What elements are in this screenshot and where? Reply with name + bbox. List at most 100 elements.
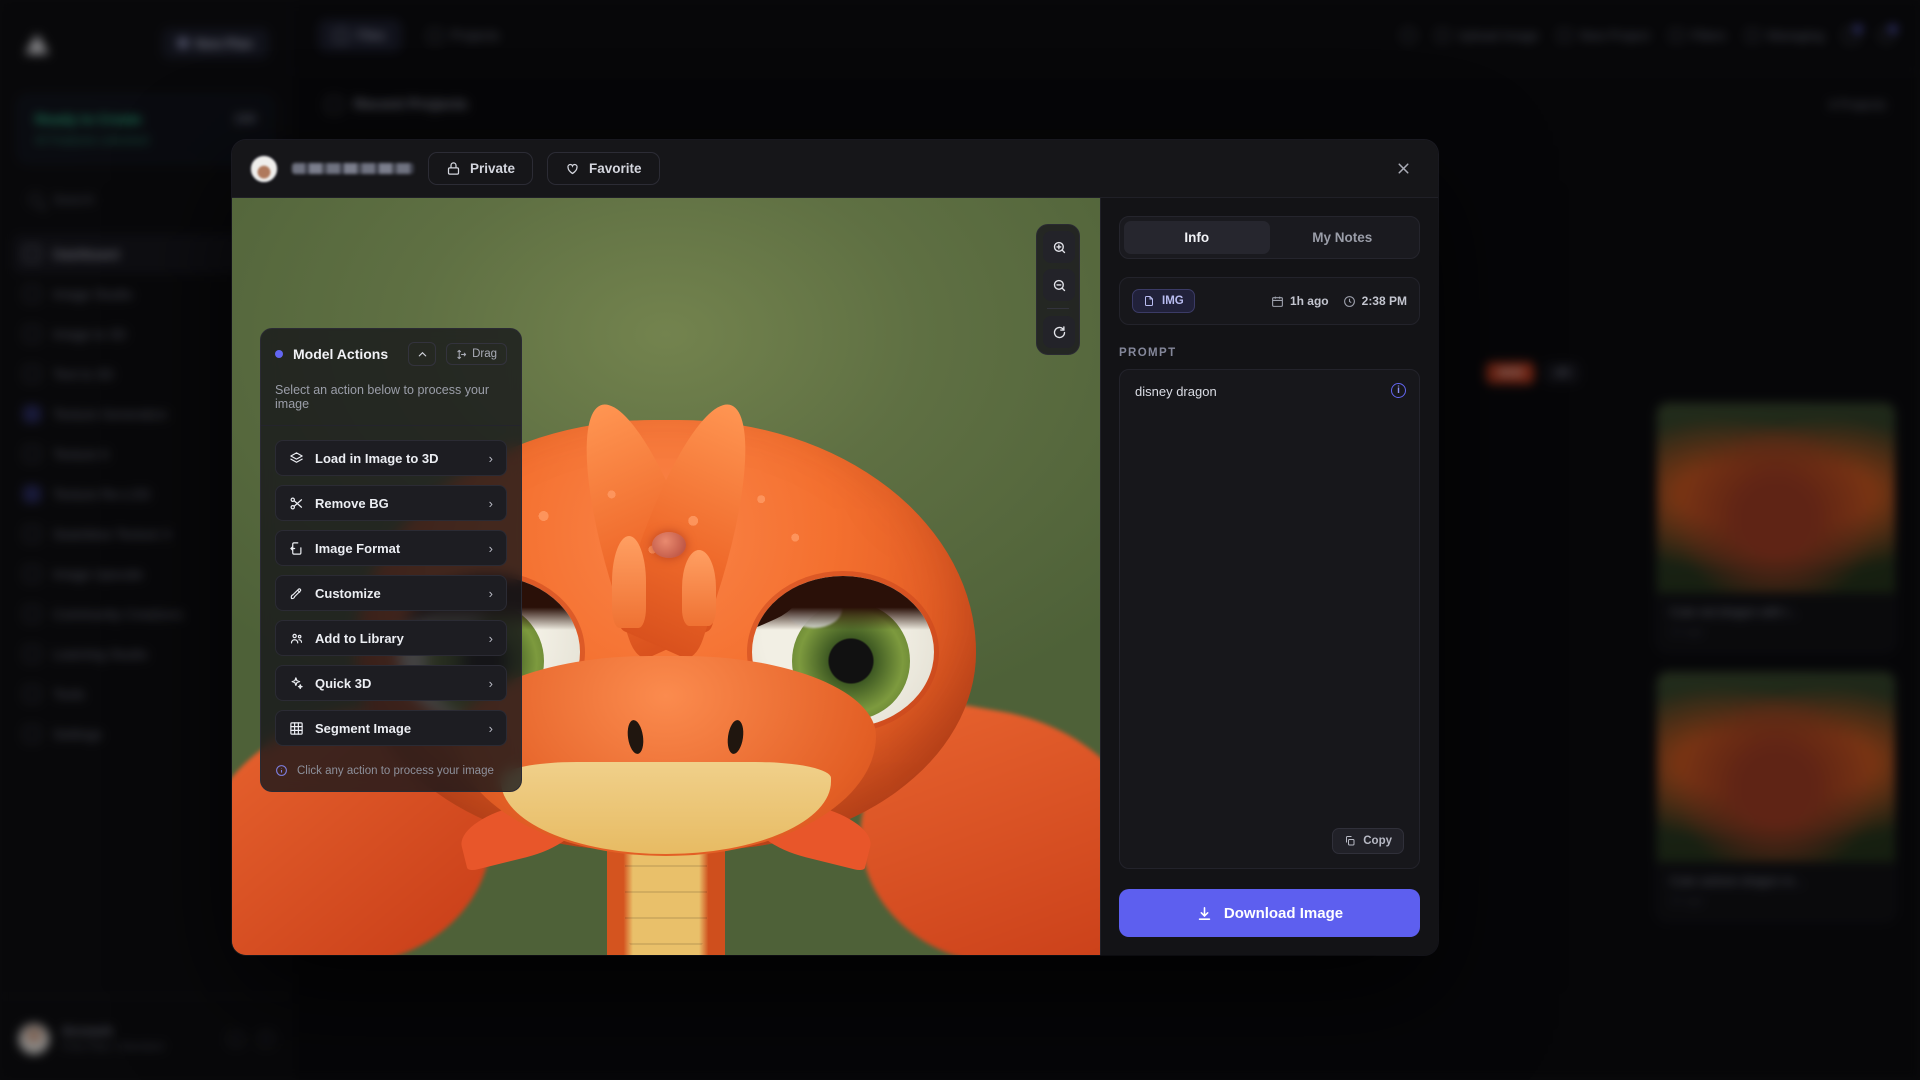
model-action-image-format[interactable]: Image Format › <box>275 530 507 566</box>
relative-time-label: 1h ago <box>1289 294 1329 308</box>
clock-time-label: 2:38 PM <box>1361 294 1407 308</box>
tab-files-label: Files <box>357 28 386 43</box>
model-actions-subtitle: Select an action below to process your i… <box>261 379 521 426</box>
reset-view-button[interactable] <box>1043 316 1075 348</box>
thumbnail-image <box>1657 672 1895 862</box>
drag-handle[interactable]: Drag <box>446 343 507 365</box>
model-action-customize[interactable]: Customize › <box>275 575 507 611</box>
text-cube-icon <box>24 366 40 382</box>
image-viewer[interactable]: Model Actions Drag Select an action belo… <box>232 198 1100 955</box>
thumbnail-subtitle: 2h ago <box>1670 895 1704 907</box>
prompt-section-label: PROMPT <box>1119 347 1177 359</box>
account-name: Account <box>62 1024 112 1038</box>
sidebar-header: New Plan <box>0 0 291 86</box>
chevron-right-icon: › <box>488 585 493 601</box>
copy-label: Copy <box>1363 835 1392 847</box>
copy-icon <box>1346 836 1355 846</box>
model-action-remove-bg[interactable]: Remove BG › <box>275 485 507 521</box>
thumbnail-title: Cute red dragon with l... <box>1670 605 1798 619</box>
pill-new[interactable]: NEW <box>1486 362 1534 384</box>
model-action-label: Customize <box>315 585 381 601</box>
collapse-panel-button[interactable] <box>408 342 437 366</box>
favorite-button[interactable]: Favorite <box>547 152 660 185</box>
dragon-eyelash-right <box>752 576 934 630</box>
profile-menu-icon[interactable] <box>1879 25 1897 43</box>
copy-prompt-button[interactable]: Copy <box>1332 828 1404 854</box>
model-action-segment-image[interactable]: Segment Image › <box>275 710 507 746</box>
file-type-badge: IMG <box>1132 289 1195 313</box>
projects-count-link[interactable]: 4 Projects <box>1828 97 1886 112</box>
tab-files[interactable]: Files <box>318 19 402 52</box>
created-time: 1h ago <box>1271 294 1329 308</box>
status-dot-icon <box>275 350 283 358</box>
app-logo-icon <box>22 28 52 58</box>
new-plan-button[interactable]: New Plan <box>162 27 269 59</box>
filters-label: Filters <box>1690 28 1726 43</box>
tile-icon <box>24 526 40 542</box>
drag-label: Drag <box>472 348 497 360</box>
model-action-load-in-image-to-3d[interactable]: Load in Image to 3D › <box>275 440 507 476</box>
thumbnail-image <box>1657 403 1895 593</box>
model-action-label: Image Format <box>315 540 401 556</box>
viewer-zoom-controls <box>1036 224 1080 355</box>
files-icon <box>334 28 348 43</box>
zoom-out-button[interactable] <box>1043 269 1075 301</box>
layers-icon <box>290 451 303 463</box>
sidebar-account[interactable]: Account Free Plan / Standard <box>0 996 291 1080</box>
tab-my-notes[interactable]: My Notes <box>1270 221 1416 254</box>
topbar-search-icon[interactable] <box>1401 28 1417 43</box>
notifications-icon[interactable] <box>1844 25 1862 43</box>
chevron-right-icon: › <box>488 720 493 736</box>
account-plan: Free Plan / Standard <box>62 1041 164 1053</box>
search-icon <box>29 192 42 206</box>
pill-all[interactable]: All <box>1543 362 1580 384</box>
private-toggle-button[interactable]: Private <box>428 152 534 185</box>
move-icon <box>457 349 467 359</box>
managing-button[interactable]: Managing <box>1745 28 1824 43</box>
chevron-right-icon: › <box>488 675 493 691</box>
new-project-button[interactable]: New Project <box>1558 28 1650 43</box>
model-actions-footer: Click any action to process your image <box>261 752 521 791</box>
diamond-icon <box>176 35 191 51</box>
account-email-redacted <box>292 163 414 174</box>
zoom-out-icon <box>1053 279 1065 291</box>
thumbnail-title: Cute cartoon dragon re... <box>1670 874 1804 888</box>
tab-info[interactable]: Info <box>1124 221 1270 254</box>
chevron-right-icon: › <box>488 630 493 646</box>
reset-icon <box>1053 325 1065 338</box>
filters-button[interactable]: Filters <box>1669 28 1726 43</box>
theme-toggle-icon[interactable] <box>229 1031 243 1046</box>
info-panel: Info My Notes IMG 1h ago 2:38 PM PROMPT … <box>1100 198 1438 955</box>
file-meta-right: 1h ago 2:38 PM <box>1271 294 1407 308</box>
sidebar-item-label: Texture It <box>53 446 109 462</box>
tab-projects[interactable]: Projects <box>412 19 516 52</box>
list-item[interactable]: Cute cartoon dragon re... 2h ago <box>1656 671 1896 922</box>
model-action-label: Quick 3D <box>315 675 372 691</box>
file-meta-row: IMG 1h ago 2:38 PM <box>1119 277 1420 325</box>
wrench-icon <box>24 686 40 702</box>
info-icon <box>276 765 287 776</box>
users-icon <box>290 633 303 643</box>
list-item[interactable]: Cute red dragon with l... 1h ago <box>1656 402 1896 653</box>
heart-icon <box>567 163 578 175</box>
community-icon <box>24 606 40 622</box>
model-actions-title: Model Actions <box>293 346 389 362</box>
model-action-quick-3d[interactable]: Quick 3D › <box>275 665 507 701</box>
download-image-button[interactable]: Download Image <box>1119 889 1420 937</box>
chevron-right-icon: › <box>488 495 493 511</box>
upload-icon <box>1436 29 1450 42</box>
model-action-add-to-library[interactable]: Add to Library › <box>275 620 507 656</box>
thumbnail-meta: Cute cartoon dragon re... 2h ago <box>1657 862 1895 921</box>
upload-image-button[interactable]: Upload Image <box>1436 28 1538 43</box>
prompt-info-icon[interactable]: i <box>1391 383 1406 398</box>
zoom-in-button[interactable] <box>1043 231 1075 263</box>
file-icon <box>1145 296 1153 306</box>
plus-icon <box>1558 29 1572 42</box>
model-actions-list: Load in Image to 3D › Remove BG › Image … <box>261 426 521 752</box>
recent-projects-header: Recent Projects 4 Projects <box>292 72 1920 137</box>
sidebar-item-label: Dashboard <box>53 246 120 262</box>
logout-icon[interactable] <box>259 1031 273 1046</box>
sidebar-item-label: Image to 3D <box>53 326 127 342</box>
close-button[interactable] <box>1386 152 1420 186</box>
layers-icon <box>24 486 40 502</box>
